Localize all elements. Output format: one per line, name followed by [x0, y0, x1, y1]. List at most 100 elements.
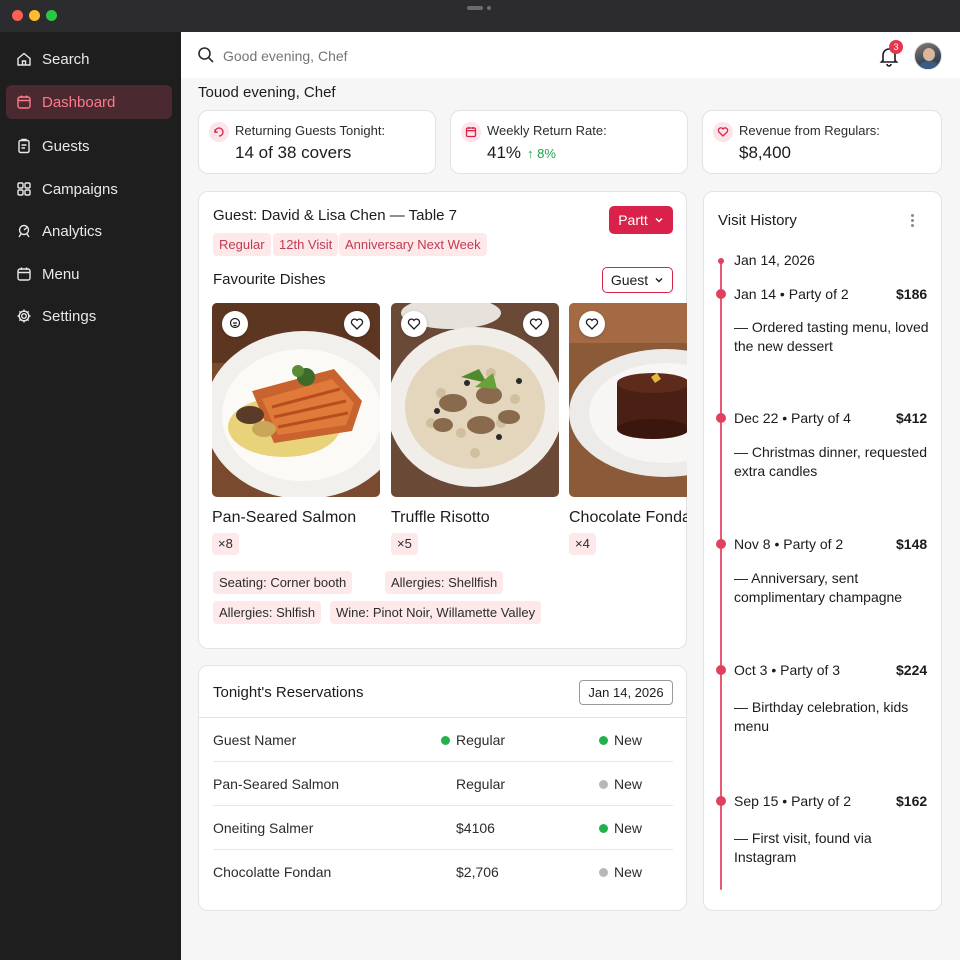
timeline-dot: [716, 796, 726, 806]
dish-name: Pan-Seared Salmon: [212, 509, 357, 526]
visit-amount: $224: [896, 662, 928, 678]
search-bar[interactable]: [197, 45, 697, 67]
sidebar-item-label: Settings: [42, 307, 97, 325]
table-row[interactable]: Guest Namer Regular New: [213, 718, 673, 762]
reservation-type: $4106: [456, 820, 495, 836]
dish-order-count: ×5: [391, 533, 418, 555]
date-picker-button[interactable]: Jan 14, 2026: [579, 680, 673, 705]
timeline-dot: [716, 665, 726, 675]
sidebar-item-dashboard[interactable]: Dashboard: [6, 85, 172, 119]
note-wine: Wine: Pinot Noir, Willamette Valley: [330, 601, 542, 624]
stat-label: Revenue from Regulars:: [739, 123, 880, 138]
calendar-icon: [16, 94, 32, 110]
sidebar-item-campaigns[interactable]: Campaigns: [6, 172, 172, 206]
visit-amount: $186: [896, 286, 928, 302]
note-allergies-secondary: Allergies: Shlfish: [213, 601, 322, 624]
visit-note: — Anniversary, sent complimentary champa…: [734, 570, 903, 605]
tag-anniversary: Anniversary Next Week: [339, 233, 487, 256]
heart-icon: [713, 122, 733, 142]
calendar-icon: [461, 122, 481, 142]
search-icon: [197, 46, 215, 67]
bell-icon: [878, 48, 900, 70]
tag-visit-count: 12th Visit: [273, 233, 339, 256]
table-row[interactable]: Chocolatte Fondan $2,706 New: [213, 850, 673, 894]
note-allergies: Allergies: Shellfish: [385, 571, 504, 594]
stat-card-returning-guests: Returning Guests Tonight: 14 of 38 cover…: [198, 110, 436, 174]
sidebar-item-menu[interactable]: Menu: [6, 257, 172, 291]
status-dot: [599, 867, 608, 877]
favourites-heading: Favourite Dishes: [213, 271, 326, 288]
chocolate-fondant-photo: [569, 303, 687, 497]
zoom-window-button[interactable]: [46, 10, 57, 21]
tag-regular: Regular: [213, 233, 271, 256]
reservation-name: Chocolatte Fondan: [213, 864, 332, 880]
timeline-start-dot: [718, 258, 724, 264]
gear-icon: [16, 308, 32, 324]
avatar[interactable]: [914, 42, 942, 70]
sidebar-item-analytics[interactable]: Analytics: [6, 214, 172, 248]
visit-header[interactable]: Jan 14 • Party of 2: [734, 286, 849, 302]
stat-value: $8,400: [739, 143, 791, 162]
guest-title: Guest: David & Lisa Chen — Table 7: [213, 207, 458, 224]
notification-badge: 3: [889, 40, 903, 54]
favourite-heart-icon[interactable]: [344, 311, 370, 337]
visit-history-title: Visit History: [718, 212, 797, 229]
table-row[interactable]: Pan-Seared Salmon Regular New: [213, 762, 673, 806]
guest-filter-label: Guest: [610, 272, 649, 288]
reservation-name: Pan-Seared Salmon: [213, 776, 340, 792]
party-dropdown-button[interactable]: Partt: [609, 206, 673, 234]
favourite-dishes-list: Pan-Seared Salmon ×8 Truffle Risotto ×5 …: [212, 303, 687, 573]
timeline-dot: [716, 539, 726, 549]
notifications-button[interactable]: 3: [878, 40, 903, 70]
table-row[interactable]: Oneiting Salmer $4106 New: [213, 806, 673, 850]
dish-name: Chocolate Fondant: [569, 509, 687, 526]
sidebar-item-guests[interactable]: Guests: [6, 129, 172, 163]
reservation-type: Regular: [456, 776, 506, 792]
stat-card-weekly-return: Weekly Return Rate: 41% ↑ 8%: [450, 110, 688, 174]
visit-header[interactable]: Oct 3 • Party of 3: [734, 662, 840, 678]
favourite-heart-icon[interactable]: [523, 311, 549, 337]
visit-note: — First visit, found via Instagram: [734, 830, 872, 865]
stat-card-revenue: Revenue from Regulars: $8,400: [702, 110, 942, 174]
stat-value: 14 of 38 covers: [235, 143, 352, 162]
visit-header[interactable]: Dec 22 • Party of 4: [734, 410, 851, 426]
more-options-icon[interactable]: [904, 212, 920, 228]
guest-filter-select[interactable]: Guest: [602, 267, 673, 293]
visit-header[interactable]: Nov 8 • Party of 2: [734, 536, 843, 552]
sidebar: Search Dashboard Guests Campaigns Analyt…: [0, 32, 181, 960]
search-input[interactable]: [223, 48, 623, 64]
visit-amount: $162: [896, 793, 928, 809]
visit-history-card: Visit History Jan 14, 2026 Jan 14 • Part…: [703, 191, 942, 911]
reservation-status: New: [599, 864, 642, 880]
reservation-status: New: [599, 732, 642, 748]
status-dot: [599, 779, 608, 789]
favourite-heart-icon[interactable]: [401, 311, 427, 337]
sidebar-item-search[interactable]: Search: [6, 42, 172, 76]
home-icon: [16, 51, 32, 67]
sidebar-item-label: Dashboard: [42, 93, 116, 111]
status-dot: [441, 735, 450, 745]
visit-note: — Christmas dinner, requested extra cand…: [734, 444, 927, 479]
status-dot: [599, 735, 608, 745]
reservation-type: Regular: [441, 732, 505, 748]
reservation-name: Guest Namer: [213, 732, 297, 748]
sidebar-item-label: Guests: [42, 137, 90, 155]
party-button-label: Partt: [618, 212, 648, 228]
sidebar-item-label: Campaigns: [42, 180, 118, 198]
window-grabber[interactable]: [467, 6, 493, 10]
chef-hat-icon[interactable]: [222, 311, 248, 337]
reservations-title: Tonight's Reservations: [213, 684, 364, 701]
stat-value: 41% ↑ 8%: [487, 143, 556, 162]
minimize-window-button[interactable]: [29, 10, 40, 21]
title-bar: [0, 0, 960, 32]
status-dot: [599, 823, 608, 833]
close-window-button[interactable]: [12, 10, 23, 21]
favourite-heart-icon[interactable]: [579, 311, 605, 337]
calendar-icon: [16, 266, 32, 282]
visit-header[interactable]: Sep 15 • Party of 2: [734, 793, 851, 809]
reservation-status: New: [599, 820, 642, 836]
salmon-photo: [212, 303, 380, 497]
stat-label: Returning Guests Tonight:: [235, 123, 386, 138]
chevron-down-icon: [654, 275, 664, 285]
sidebar-item-settings[interactable]: Settings: [6, 299, 172, 333]
